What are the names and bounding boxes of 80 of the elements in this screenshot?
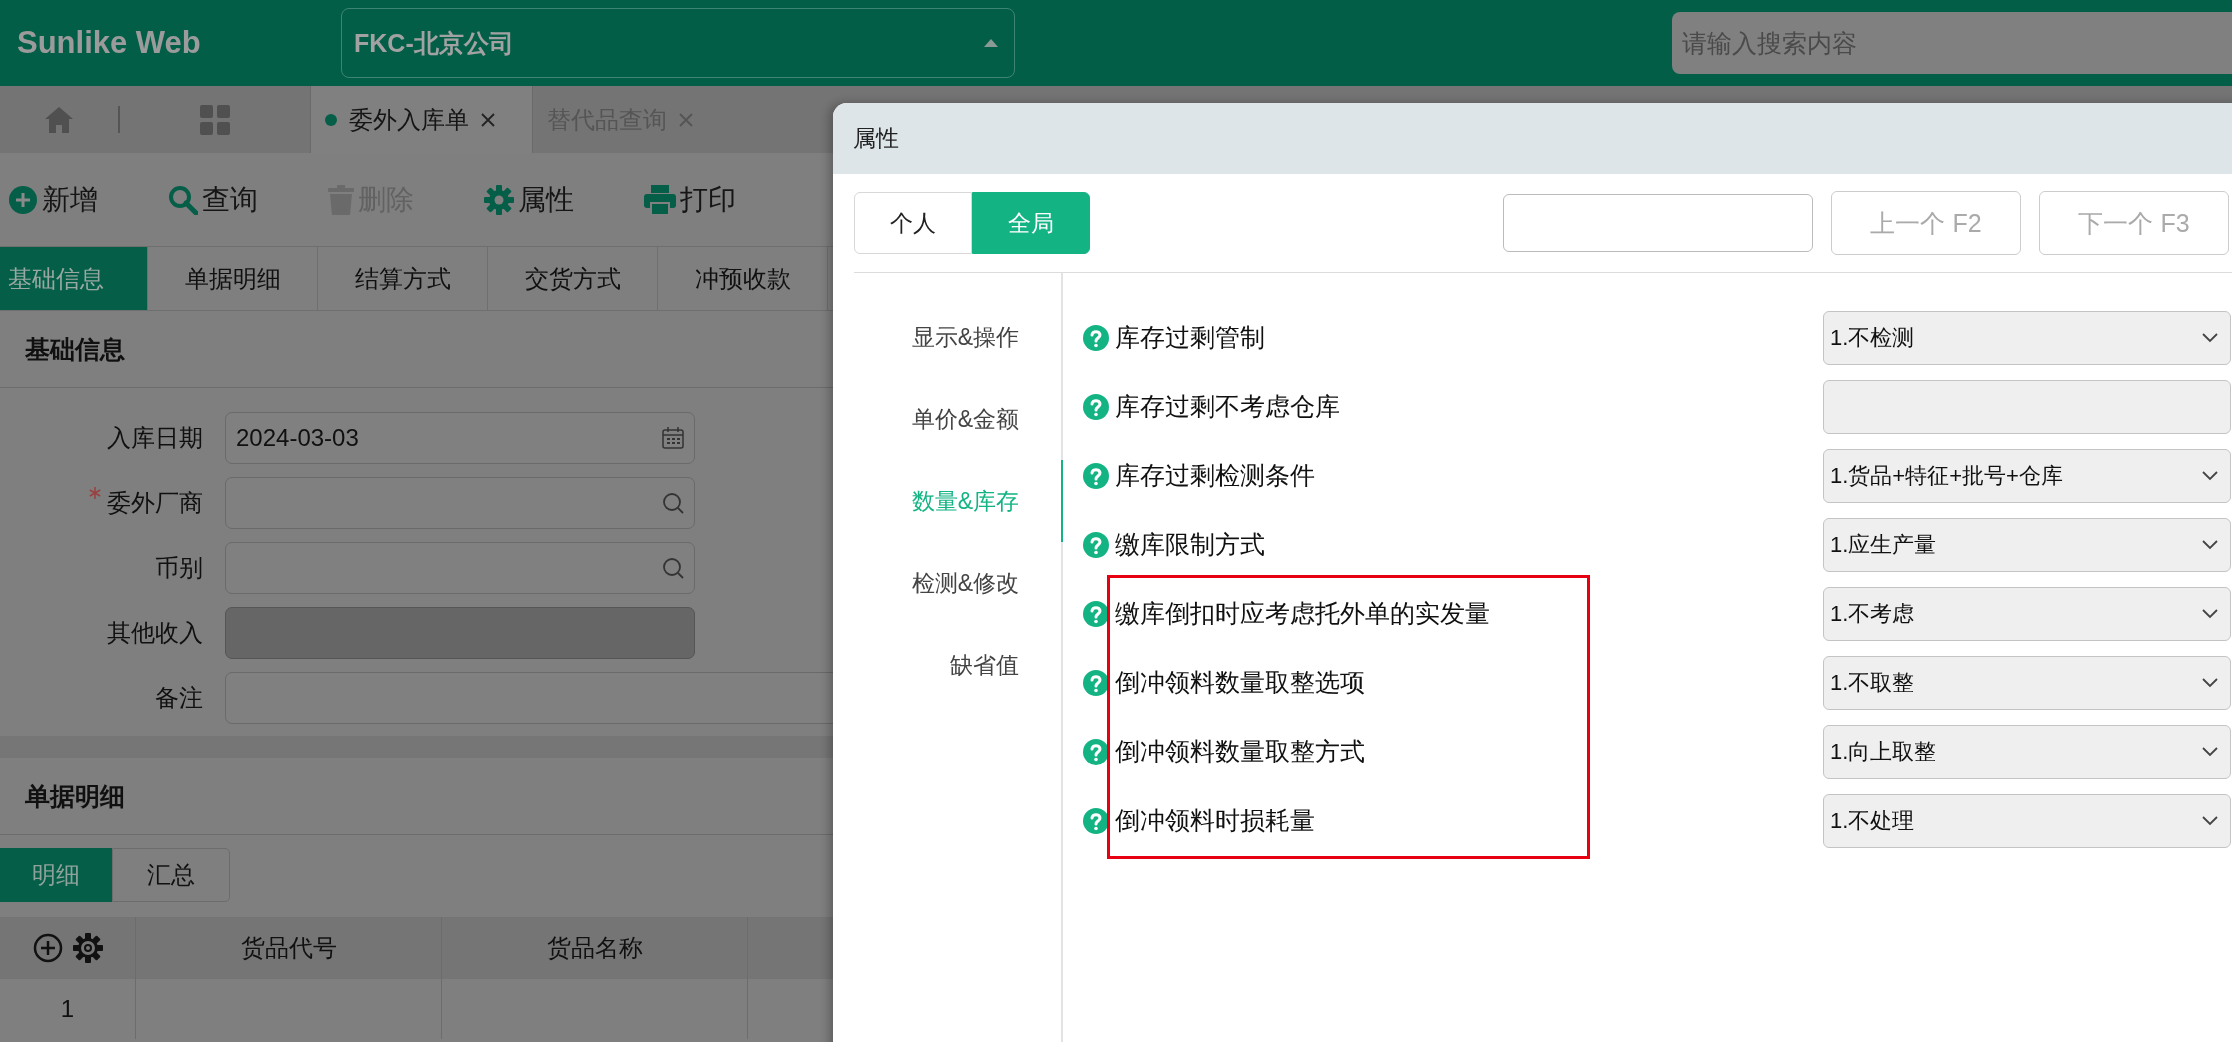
input-field[interactable] [225,541,695,594]
help-icon[interactable] [1083,324,1109,351]
field-label: 其他收入 [107,617,203,648]
status-dot-icon [325,113,337,126]
help-icon[interactable] [1083,600,1109,627]
chevron-down-icon [2202,815,2218,826]
setting-select[interactable]: 1.不取整 [1823,655,2231,710]
calendar-icon[interactable] [662,426,684,449]
home-icon [44,105,74,134]
printer-icon [644,184,676,215]
setting-label: 库存过剩不考虑仓库 [1115,391,1341,422]
company-select[interactable]: FKC-北京公司 [341,8,1015,78]
field-label: 入库日期 [107,422,203,453]
setting-label: 库存过剩管制 [1115,322,1266,353]
help-icon[interactable] [1083,393,1109,420]
section-tab[interactable]: 基础信息 [0,247,148,310]
category-item[interactable]: 检测&修改 [833,542,1063,624]
setting-label: 缴库限制方式 [1115,529,1266,560]
help-icon[interactable] [1083,807,1109,834]
chevron-down-icon [2202,470,2218,481]
close-icon[interactable] [481,112,495,127]
setting-select[interactable]: 1.应生产量 [1823,517,2231,572]
chevron-down-icon [2202,746,2218,757]
scope-tab[interactable]: 全局 [972,192,1090,254]
detail-tab[interactable]: 明细 [0,848,112,902]
page-tab[interactable]: 委外入库单 [310,86,532,153]
dialog-title: 属性 [853,124,899,153]
field-label: 委外厂商 [107,487,203,518]
help-icon[interactable] [1083,738,1109,765]
category-item[interactable]: 缺省值 [833,624,1063,706]
scope-tab[interactable]: 个人 [854,192,972,254]
help-icon[interactable] [1083,669,1109,696]
column-header: 货品名称 [442,917,748,979]
section-tab[interactable]: 冲预收款 [658,247,828,310]
input-field[interactable] [225,476,695,529]
setting-select[interactable]: 1.向上取整 [1823,724,2231,779]
chevron-down-icon [2202,332,2218,343]
section-tab[interactable]: 单据明细 [148,247,318,310]
search-field[interactable] [1503,194,1813,252]
plus-circle-icon [8,184,38,215]
chevron-down-icon [2202,539,2218,550]
toolbar-button[interactable]: 查询 [168,180,258,219]
add-row-icon[interactable] [32,933,63,963]
field-label: 备注 [155,682,203,713]
row-number: 1 [0,979,136,1039]
setting-field[interactable] [1823,379,2231,434]
setting-select[interactable]: 1.不处理 [1823,793,2231,848]
detail-tab[interactable]: 汇总 [112,848,230,902]
help-icon[interactable] [1083,531,1109,558]
field-label: 币别 [155,552,203,583]
required-icon [89,486,101,499]
section-title: 单据明细 [25,780,125,812]
section-tab[interactable]: 交货方式 [488,247,658,310]
app-logo: Sunlike Web [17,25,202,61]
setting-select[interactable]: 1.不考虑 [1823,586,2231,641]
setting-label: 倒冲领料数量取整方式 [1115,736,1366,767]
category-item[interactable]: 显示&操作 [833,296,1063,378]
category-item[interactable]: 数量&库存 [833,460,1063,542]
section-tab[interactable]: 结算方式 [318,247,488,310]
search-icon[interactable] [662,556,684,579]
input-field[interactable]: 2024-03-03 [225,411,695,464]
toolbar-button[interactable]: 打印 [644,180,736,219]
help-icon[interactable] [1083,462,1109,489]
chevron-down-icon [2202,608,2218,619]
setting-label: 倒冲领料时损耗量 [1115,805,1316,836]
setting-label: 缴库倒扣时应考虑托外单的实发量 [1115,598,1491,629]
toolbar-button[interactable]: 属性 [484,180,574,219]
column-header: 货品代号 [136,917,442,979]
setting-select[interactable]: 1.货品+特征+批号+仓库 [1823,448,2231,503]
search-icon [168,184,198,215]
search-icon[interactable] [662,491,684,514]
setting-label: 倒冲领料数量取整选项 [1115,667,1366,698]
section-title: 基础信息 [25,333,125,365]
setting-label: 库存过剩检测条件 [1115,460,1316,491]
chevron-down-icon [2202,677,2218,688]
toolbar-button[interactable]: 新增 [8,180,98,219]
caret-icon [984,39,998,47]
grid-icon [200,104,230,135]
category-item[interactable]: 单价&金额 [833,378,1063,460]
setting-select[interactable]: 1.不检测 [1823,310,2231,365]
